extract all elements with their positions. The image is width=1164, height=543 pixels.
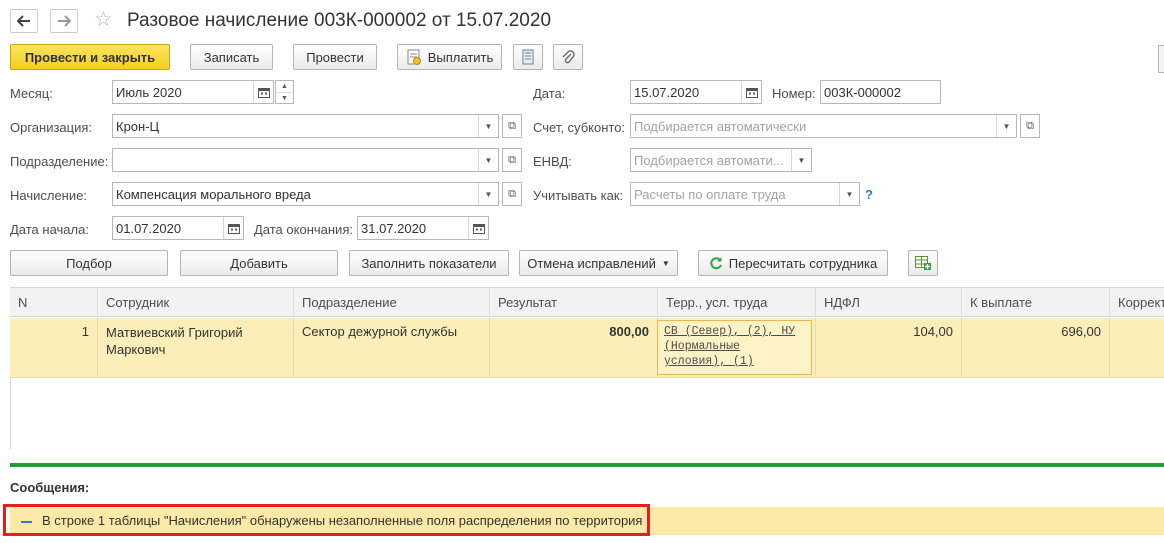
star-icon[interactable]: ☆ xyxy=(94,7,113,32)
post-and-close-button[interactable]: Провести и закрыть xyxy=(10,44,170,70)
post-button[interactable]: Провести xyxy=(293,44,377,70)
row-result[interactable]: 800,00 xyxy=(490,318,658,377)
chevron-down-icon[interactable]: ▼ xyxy=(478,149,498,171)
chevron-down-icon[interactable]: ▼ xyxy=(791,149,811,171)
highlight-outline xyxy=(3,504,650,536)
start-date-field[interactable]: 01.07.2020 xyxy=(112,216,244,240)
report-icon xyxy=(522,49,534,65)
number-field[interactable]: 003К-000002 xyxy=(820,80,941,104)
column-header-department[interactable]: Подразделение xyxy=(294,288,490,317)
table-row[interactable]: 1 Матвиевский Григорий Маркович Сектор д… xyxy=(10,318,1164,378)
accrual-value: Компенсация морального вреда xyxy=(116,186,311,202)
department-label: Подразделение: xyxy=(10,154,109,169)
stepper-down-icon[interactable]: ▼ xyxy=(276,92,293,103)
column-header-payout[interactable]: К выплате xyxy=(962,288,1110,317)
row-ndfl[interactable]: 104,00 xyxy=(816,318,962,377)
month-label: Месяц: xyxy=(10,86,53,101)
row-number: 1 xyxy=(10,318,98,377)
end-date-field[interactable]: 31.07.2020 xyxy=(357,216,489,240)
month-field[interactable]: Июль 2020 xyxy=(112,80,274,104)
chevron-down-icon[interactable]: ▼ xyxy=(996,115,1016,137)
fill-indicators-button[interactable]: Заполнить показатели xyxy=(349,250,509,276)
envd-placeholder: Подбирается автомати... xyxy=(634,152,784,168)
date-field[interactable]: 15.07.2020 xyxy=(630,80,762,104)
envd-field[interactable]: Подбирается автомати... ▼ xyxy=(630,148,812,172)
stepper-up-icon[interactable]: ▲ xyxy=(276,81,293,92)
envd-label: ЕНВД: xyxy=(533,154,572,169)
row-department[interactable]: Сектор дежурной службы xyxy=(294,318,490,377)
page-title: Разовое начисление 003К-000002 от 15.07.… xyxy=(127,10,552,31)
save-button[interactable]: Записать xyxy=(190,44,273,70)
month-stepper[interactable]: ▲ ▼ xyxy=(275,80,294,104)
paperclip-icon xyxy=(562,50,575,64)
organization-label: Организация: xyxy=(10,120,93,135)
messages-title: Сообщения: xyxy=(10,480,90,495)
chevron-down-icon[interactable]: ▼ xyxy=(839,183,859,205)
open-organization-icon[interactable]: ⧉ xyxy=(502,114,522,138)
table-settings-button[interactable] xyxy=(908,250,938,276)
recalculate-employee-button[interactable]: Пересчитать сотрудника xyxy=(698,250,888,276)
refresh-icon xyxy=(710,257,722,270)
consider-as-field[interactable]: Расчеты по оплате труда ▼ xyxy=(630,182,860,206)
column-header-correction[interactable]: Коррект xyxy=(1110,288,1164,317)
open-account-icon[interactable]: ⧉ xyxy=(1020,114,1040,138)
date-label: Дата: xyxy=(533,86,566,101)
column-header-n[interactable]: N xyxy=(10,288,98,317)
arrow-left-icon xyxy=(17,15,30,27)
account-placeholder: Подбирается автоматически xyxy=(634,118,807,134)
chevron-down-icon[interactable]: ▼ xyxy=(478,115,498,137)
organization-value: Крон-Ц xyxy=(116,118,160,134)
start-date-label: Дата начала: xyxy=(10,222,89,237)
calendar-icon[interactable] xyxy=(223,217,243,239)
column-header-result[interactable]: Результат xyxy=(490,288,658,317)
accrual-label: Начисление: xyxy=(10,188,87,203)
arrow-right-icon xyxy=(58,15,71,27)
column-header-employee[interactable]: Сотрудник xyxy=(98,288,294,317)
cancel-corrections-button[interactable]: Отмена исправлений ▼ xyxy=(519,250,678,276)
add-button[interactable]: Добавить xyxy=(180,250,338,276)
calendar-icon[interactable] xyxy=(468,217,488,239)
table-add-icon xyxy=(915,256,931,270)
open-accrual-icon[interactable]: ⧉ xyxy=(502,182,522,206)
pick-button[interactable]: Подбор xyxy=(10,250,168,276)
forward-button[interactable] xyxy=(50,9,78,33)
pay-button-label: Выплатить xyxy=(427,49,494,65)
help-icon[interactable]: ? xyxy=(865,187,873,202)
row-correction[interactable] xyxy=(1110,318,1164,377)
account-label: Счет, субконто: xyxy=(533,120,626,135)
number-label: Номер: xyxy=(772,86,816,101)
date-value: 15.07.2020 xyxy=(634,84,700,100)
table-header: N Сотрудник Подразделение Результат Терр… xyxy=(10,287,1164,317)
calendar-icon[interactable] xyxy=(741,81,761,103)
more-actions-button[interactable] xyxy=(1158,45,1164,73)
chevron-down-icon: ▼ xyxy=(661,258,670,268)
recalculate-employee-label: Пересчитать сотрудника xyxy=(728,255,878,271)
department-field[interactable]: ▼ xyxy=(112,148,499,172)
end-date-label: Дата окончания: xyxy=(254,222,353,237)
month-value: Июль 2020 xyxy=(116,84,182,100)
column-header-territory[interactable]: Терр., усл. труда xyxy=(658,288,816,317)
document-pay-icon xyxy=(407,49,421,65)
organization-field[interactable]: Крон-Ц ▼ xyxy=(112,114,499,138)
row-employee[interactable]: Матвиевский Григорий Маркович xyxy=(98,318,294,377)
row-payout[interactable]: 696,00 xyxy=(962,318,1110,377)
chevron-down-icon[interactable]: ▼ xyxy=(478,183,498,205)
column-header-ndfl[interactable]: НДФЛ xyxy=(816,288,962,317)
consider-as-label: Учитывать как: xyxy=(533,188,624,203)
row-territory-link[interactable]: СВ (Север), (2), НУ (Нормальные условия)… xyxy=(657,320,812,375)
account-field[interactable]: Подбирается автоматически ▼ xyxy=(630,114,1017,138)
back-button[interactable] xyxy=(10,9,38,33)
open-department-icon[interactable]: ⧉ xyxy=(502,148,522,172)
attach-button[interactable] xyxy=(553,44,583,70)
report-button[interactable] xyxy=(513,44,543,70)
pay-button[interactable]: Выплатить xyxy=(397,44,502,70)
calendar-icon[interactable] xyxy=(253,81,273,103)
messages-separator[interactable] xyxy=(10,463,1164,467)
end-date-value: 31.07.2020 xyxy=(361,220,427,236)
start-date-value: 01.07.2020 xyxy=(116,220,182,236)
accrual-field[interactable]: Компенсация морального вреда ▼ xyxy=(112,182,499,206)
cancel-corrections-label: Отмена исправлений xyxy=(527,255,656,271)
consider-as-placeholder: Расчеты по оплате труда xyxy=(634,186,786,202)
